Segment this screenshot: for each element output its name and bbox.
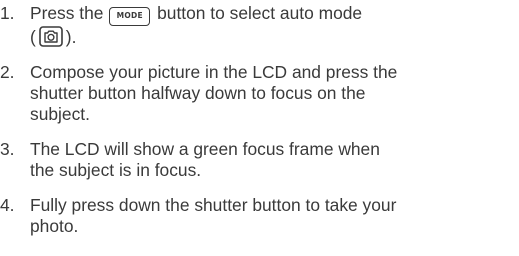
paren-open: ( bbox=[30, 27, 36, 47]
step-3: 3. The LCD will show a green focus frame… bbox=[0, 139, 519, 181]
step-number: 1. bbox=[0, 3, 15, 23]
step-text-line: Compose your picture in the LCD and pres… bbox=[30, 62, 398, 82]
step-text-line: shutter button halfway down to focus on … bbox=[30, 83, 366, 103]
step-text-line: Fully press down the shutter button to t… bbox=[30, 195, 397, 215]
instruction-steps: 1. Press the MODE button to select auto … bbox=[0, 0, 519, 237]
step-number: 3. bbox=[0, 139, 15, 159]
step-4: 4. Fully press down the shutter button t… bbox=[0, 195, 519, 237]
paren-close: ). bbox=[65, 27, 77, 47]
step-text-line: subject. bbox=[30, 104, 90, 124]
mode-button-icon: MODE bbox=[109, 7, 151, 26]
step-text-line: the subject is in focus. bbox=[30, 160, 202, 180]
step-number: 4. bbox=[0, 195, 15, 215]
step-number: 2. bbox=[0, 62, 15, 82]
step-text: Press the bbox=[30, 3, 109, 23]
step-2: 2. Compose your picture in the LCD and p… bbox=[0, 62, 519, 125]
step-text: button to select auto mode bbox=[152, 3, 363, 23]
step-text-line: The LCD will show a green focus frame wh… bbox=[30, 139, 380, 159]
step-1: 1. Press the MODE button to select auto … bbox=[0, 3, 519, 48]
step-text-line: photo. bbox=[30, 216, 79, 236]
auto-mode-camera-icon bbox=[38, 26, 63, 47]
